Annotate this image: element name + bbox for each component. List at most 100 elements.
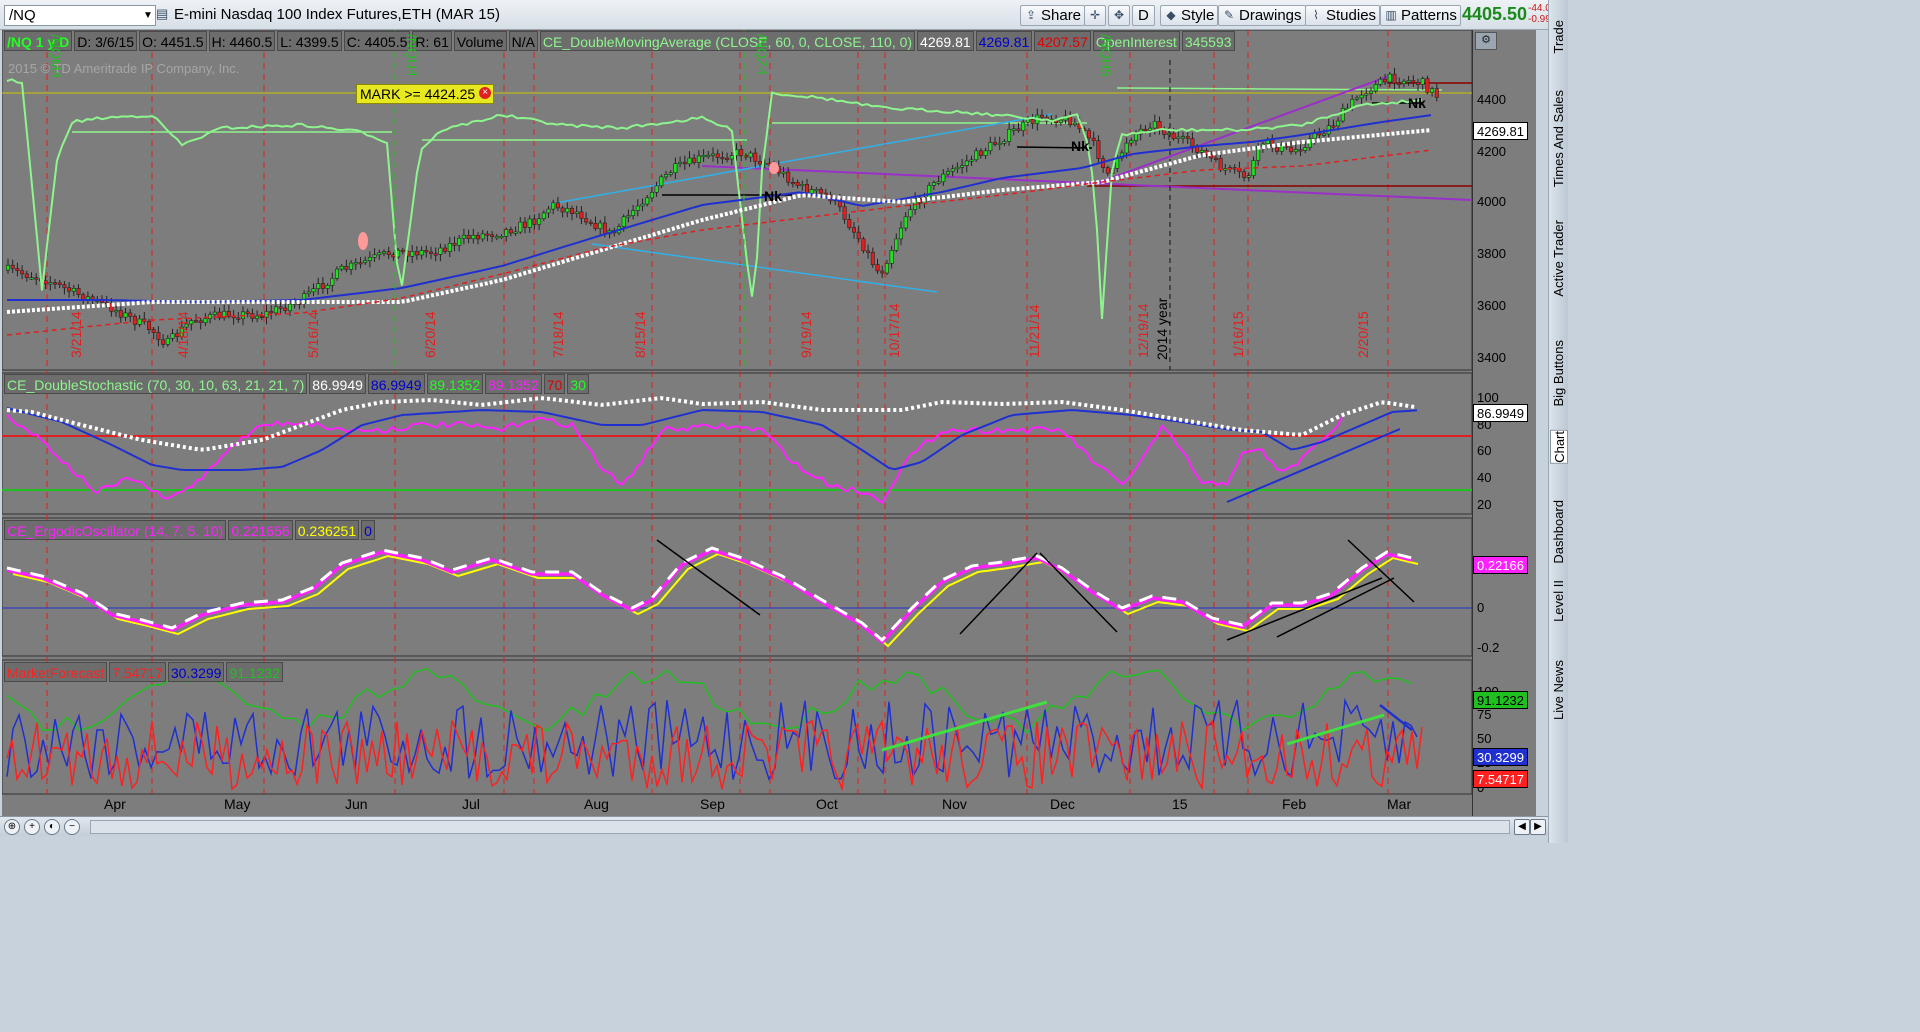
side-tab-trade[interactable]: Trade bbox=[1550, 20, 1568, 53]
candle-body bbox=[334, 268, 339, 279]
candle-body bbox=[1181, 136, 1186, 139]
drawings-button[interactable]: ✎ Drawings bbox=[1218, 5, 1306, 26]
scroll-left-icon[interactable]: ◀ bbox=[1514, 819, 1530, 835]
candle-body bbox=[880, 270, 885, 274]
candle-body bbox=[631, 210, 636, 216]
stoch-current-box: 86.9949 bbox=[1473, 404, 1528, 422]
mark-alert-text: MARK >= 4424.25 bbox=[360, 86, 476, 102]
candle-body bbox=[635, 205, 640, 211]
candle-body bbox=[381, 251, 386, 254]
layout-icon[interactable]: ▤ bbox=[156, 6, 168, 22]
candle-body bbox=[62, 284, 67, 289]
candle-body bbox=[1411, 80, 1416, 83]
price-axis-panel[interactable]: ⚙ 4400 4200 4000 3800 3600 3400 4269.81 100 80… bbox=[1472, 30, 1536, 826]
axis-settings-icon[interactable]: ⚙ bbox=[1475, 32, 1497, 50]
horizontal-scrollbar[interactable] bbox=[90, 820, 1510, 834]
side-tab-chart[interactable]: Chart bbox=[1550, 430, 1568, 464]
scroll-right-icon[interactable]: ▶ bbox=[1530, 819, 1546, 835]
oi-value: 345593 bbox=[1181, 31, 1235, 51]
candle-body bbox=[992, 142, 997, 145]
candle-body bbox=[640, 203, 645, 207]
candle-body bbox=[654, 185, 659, 193]
candle-body bbox=[710, 153, 715, 156]
x-tick-2: Jun bbox=[345, 796, 368, 812]
candle-body bbox=[118, 310, 123, 318]
candle-body bbox=[363, 260, 368, 263]
stoch-title[interactable]: CE_DoubleStochastic (70, 30, 10, 63, 21,… bbox=[4, 374, 308, 394]
header-volume[interactable]: Volume bbox=[453, 31, 507, 51]
date-label-10: 1/16/15 bbox=[1230, 311, 1246, 358]
side-tab-big-buttons[interactable]: Big Buttons bbox=[1550, 340, 1568, 407]
share-button[interactable]: ⇪ Share bbox=[1020, 5, 1086, 26]
candle-body bbox=[729, 155, 734, 160]
side-tab-dashboard[interactable]: Dashboard bbox=[1550, 500, 1568, 564]
close-alert-icon[interactable]: × bbox=[479, 87, 492, 99]
date-label-3: 6/20/14 bbox=[422, 311, 438, 358]
candle-body bbox=[151, 329, 156, 333]
candle-body bbox=[499, 236, 504, 239]
candle-body bbox=[1016, 128, 1021, 131]
candle-body bbox=[1143, 128, 1148, 131]
zoom-out-icon[interactable]: − bbox=[64, 819, 80, 835]
header-date: D: 3/6/15 bbox=[74, 31, 138, 51]
candle-body bbox=[875, 264, 880, 272]
candle-body bbox=[1340, 108, 1345, 122]
style-button[interactable]: ◆ Style bbox=[1160, 5, 1219, 26]
candle-body bbox=[1091, 137, 1096, 141]
x-tick-10: Feb bbox=[1282, 796, 1307, 812]
candle-body bbox=[344, 266, 349, 270]
ergodic-title[interactable]: CE_ErgodicOscillator (14, 7, 5, 10) bbox=[4, 520, 227, 540]
price-header: /NQ 1 y D D: 3/6/15 O: 4451.5 H: 4460.5 … bbox=[4, 31, 1235, 51]
candle-body bbox=[800, 184, 805, 187]
candle-body bbox=[701, 155, 706, 158]
side-tab-active-trader[interactable]: Active Trader bbox=[1550, 220, 1568, 297]
crosshair-tool-button[interactable]: ✛ bbox=[1084, 5, 1106, 26]
header-close: C: 4405.5 bbox=[343, 31, 411, 51]
candle-body bbox=[1420, 78, 1425, 85]
chart-canvas[interactable] bbox=[2, 30, 1472, 826]
candle-body bbox=[781, 171, 786, 174]
side-tab-level-ii[interactable]: Level II bbox=[1550, 580, 1568, 622]
candle-body bbox=[1383, 78, 1388, 83]
drag-icon[interactable]: ◐ bbox=[44, 819, 60, 835]
dma-study-label[interactable]: CE_DoubleMovingAverage (CLOSE, 60, 0, CL… bbox=[539, 31, 916, 51]
pan-tool-button[interactable]: ✥ bbox=[1108, 5, 1130, 26]
candle-body bbox=[969, 159, 974, 162]
aggregation-button[interactable]: D bbox=[1132, 5, 1155, 26]
candle-body bbox=[870, 252, 875, 266]
x-tick-11: Mar bbox=[1387, 796, 1412, 812]
candle-body bbox=[1293, 149, 1298, 153]
side-tab-times-and-sales[interactable]: Times And Sales bbox=[1550, 90, 1568, 187]
candle-body bbox=[15, 268, 20, 271]
forecast-v1: 7.54717 bbox=[109, 662, 166, 682]
candle-body bbox=[565, 208, 570, 213]
candle-body bbox=[466, 235, 471, 240]
zoom-fit-icon[interactable]: ⊕ bbox=[4, 819, 20, 835]
symbol-description: E-mini Nasdaq 100 Index Futures,ETH (MAR… bbox=[174, 6, 500, 23]
symbol-dropdown-icon[interactable]: ▼ bbox=[140, 6, 156, 25]
patterns-button[interactable]: ▥ Patterns bbox=[1380, 5, 1461, 26]
side-tab-live-news[interactable]: Live News bbox=[1550, 660, 1568, 720]
chart-area[interactable]: /NQ 1 y D D: 3/6/15 O: 4451.5 H: 4460.5 … bbox=[2, 30, 1472, 826]
dma-value-3: 4207.57 bbox=[1034, 31, 1091, 51]
candle-body bbox=[974, 150, 979, 161]
candle-body bbox=[353, 262, 358, 265]
candle-body bbox=[1397, 82, 1402, 85]
candle-body bbox=[1124, 142, 1129, 154]
mark-alert-badge[interactable]: MARK >= 4424.25 × bbox=[356, 84, 495, 104]
candle-body bbox=[555, 202, 560, 209]
candle-body bbox=[1171, 132, 1176, 139]
candle-body bbox=[452, 243, 457, 246]
symbol-input[interactable]: /NQ bbox=[4, 5, 156, 26]
candle-body bbox=[480, 233, 485, 240]
candle-body bbox=[1087, 130, 1092, 139]
candle-body bbox=[490, 234, 495, 237]
candle-body bbox=[114, 310, 119, 313]
zoom-in-icon[interactable]: + bbox=[24, 819, 40, 835]
studies-button[interactable]: ⌇ Studies bbox=[1305, 5, 1381, 26]
forecast-title[interactable]: MarketForecast bbox=[4, 662, 108, 682]
candle-body bbox=[663, 174, 668, 178]
candle-body bbox=[898, 227, 903, 240]
x-tick-7: Nov bbox=[942, 796, 967, 812]
candle-body bbox=[447, 243, 452, 252]
